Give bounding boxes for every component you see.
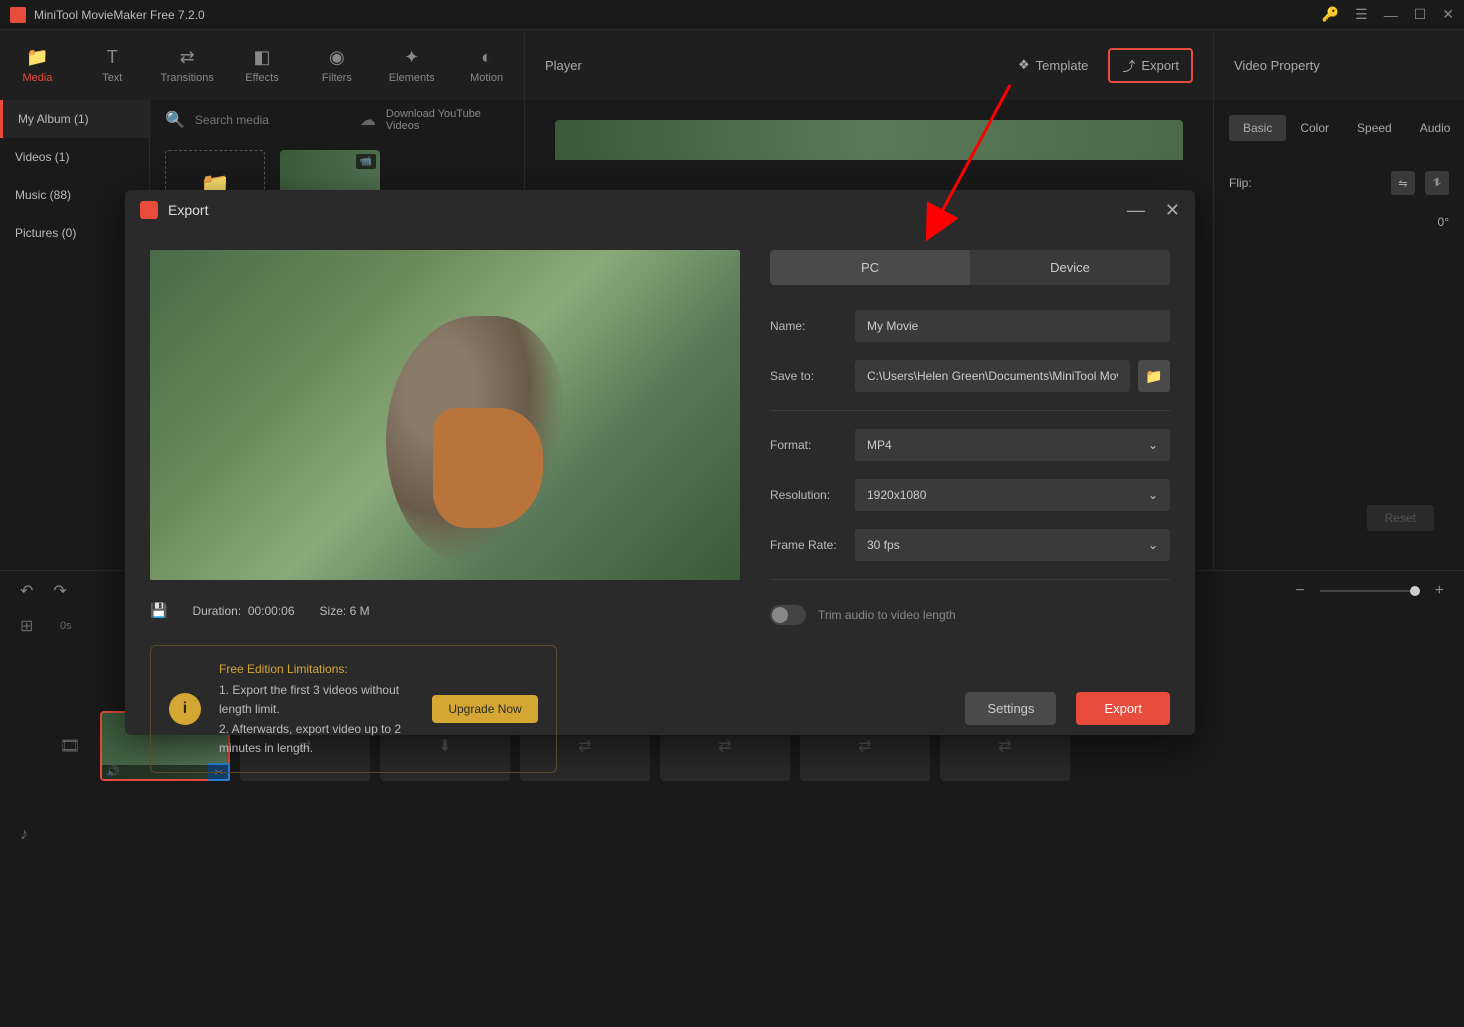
download-youtube-link[interactable]: Download YouTube Videos	[386, 108, 509, 132]
text-icon: T	[107, 47, 118, 68]
title-bar: MiniTool MovieMaker Free 7.2.0 🔑 ☰ — ☐ ✕	[0, 0, 1464, 30]
saveto-label: Save to:	[770, 369, 855, 383]
trim-audio-label: Trim audio to video length	[818, 608, 956, 622]
flip-horizontal-button[interactable]: ⇋	[1391, 171, 1415, 195]
layers-icon: ❖	[1018, 57, 1030, 73]
video-track-icon: 🎞	[60, 736, 90, 756]
rotate-value: 0°	[1438, 215, 1449, 229]
export-dialog-icon	[140, 201, 158, 219]
resolution-label: Resolution:	[770, 488, 855, 502]
limit-line-1: 1. Export the first 3 videos without len…	[219, 681, 414, 719]
prop-tab-color[interactable]: Color	[1286, 115, 1343, 141]
prop-tab-basic[interactable]: Basic	[1229, 115, 1286, 141]
tab-filters[interactable]: ◉Filters	[299, 30, 374, 100]
limitation-notice: i Free Edition Limitations: 1. Export th…	[150, 645, 557, 773]
limit-title: Free Edition Limitations:	[219, 660, 414, 679]
redo-button[interactable]: ↷	[53, 581, 66, 601]
tab-media[interactable]: 📁Media	[0, 30, 75, 100]
dialog-close-button[interactable]: ✕	[1165, 200, 1180, 221]
player-preview	[555, 120, 1183, 160]
duration-label: Duration:	[192, 604, 241, 618]
export-dialog: Export — ✕ 💾 Duration: 00:00:06 Size: 6 …	[125, 190, 1195, 735]
effects-icon: ◧	[254, 47, 271, 68]
timeline-time: 0s	[60, 620, 72, 632]
folder-icon: 📁	[26, 47, 48, 68]
export-dialog-title: Export	[168, 202, 1107, 218]
template-button[interactable]: ❖Template	[1018, 57, 1088, 73]
video-badge-icon: 📹	[356, 154, 376, 169]
info-icon: i	[169, 693, 201, 725]
audio-track-icon: ♪	[20, 826, 50, 844]
export-button[interactable]: Export	[1076, 692, 1170, 725]
key-icon[interactable]: 🔑	[1322, 6, 1339, 23]
tab-elements[interactable]: ✦Elements	[374, 30, 449, 100]
saveto-input[interactable]	[855, 360, 1130, 392]
app-title: MiniTool MovieMaker Free 7.2.0	[34, 8, 1322, 22]
export-preview-image	[150, 250, 740, 580]
tab-transitions[interactable]: ⇄Transitions	[150, 30, 225, 100]
chevron-down-icon: ⌄	[1148, 538, 1158, 552]
motion-icon: ◐	[481, 47, 492, 68]
export-tab-device[interactable]: Device	[970, 250, 1170, 285]
prop-tab-speed[interactable]: Speed	[1343, 115, 1406, 141]
menu-icon[interactable]: ☰	[1355, 6, 1368, 23]
transitions-icon: ⇄	[180, 47, 195, 68]
sidebar-item-videos[interactable]: Videos (1)	[0, 138, 149, 176]
dialog-minimize-button[interactable]: —	[1127, 200, 1145, 221]
format-select[interactable]: MP4⌄	[855, 429, 1170, 461]
export-button-top[interactable]: ⤴Export	[1108, 48, 1193, 83]
chevron-down-icon: ⌄	[1148, 438, 1158, 452]
browse-button[interactable]: 📁	[1138, 360, 1170, 392]
undo-button[interactable]: ↶	[20, 581, 33, 601]
chevron-down-icon: ⌄	[1148, 488, 1158, 502]
main-toolbar: 📁Media TText ⇄Transitions ◧Effects ◉Filt…	[0, 30, 1464, 100]
maximize-icon[interactable]: ☐	[1414, 6, 1427, 23]
name-input[interactable]	[855, 310, 1170, 342]
flip-vertical-button[interactable]: ⥮	[1425, 171, 1449, 195]
size-label: Size:	[320, 604, 347, 618]
tab-text[interactable]: TText	[75, 30, 150, 100]
trim-audio-toggle[interactable]	[770, 605, 806, 625]
elements-icon: ✦	[404, 47, 419, 68]
minimize-icon[interactable]: —	[1384, 7, 1398, 23]
app-icon	[10, 7, 26, 23]
flip-label: Flip:	[1229, 176, 1252, 190]
export-tab-pc[interactable]: PC	[770, 250, 970, 285]
name-label: Name:	[770, 319, 855, 333]
duration-value: 00:00:06	[248, 604, 295, 618]
sidebar-item-album[interactable]: My Album (1)	[0, 100, 149, 138]
tab-motion[interactable]: ◐Motion	[449, 30, 524, 100]
close-icon[interactable]: ✕	[1442, 6, 1454, 23]
folder-icon: 📁	[1145, 368, 1162, 385]
add-track-icon[interactable]: ⊞	[20, 616, 50, 636]
resolution-select[interactable]: 1920x1080⌄	[855, 479, 1170, 511]
framerate-label: Frame Rate:	[770, 538, 855, 552]
property-panel: Basic Color Speed Audio Flip: ⇋ ⥮ 0°	[1214, 100, 1464, 570]
limit-line-2: 2. Afterwards, export video up to 2 minu…	[219, 720, 414, 758]
video-property-label: Video Property	[1214, 30, 1464, 100]
save-icon: 💾	[150, 602, 167, 619]
zoom-in-button[interactable]: +	[1435, 582, 1444, 600]
prop-tab-audio[interactable]: Audio	[1406, 115, 1464, 141]
settings-button[interactable]: Settings	[965, 692, 1056, 725]
upload-icon: ⤴	[1122, 56, 1135, 75]
reset-button[interactable]: Reset	[1367, 505, 1434, 531]
zoom-slider[interactable]	[1320, 590, 1420, 592]
search-input[interactable]	[195, 113, 350, 127]
cloud-icon: ☁	[360, 110, 376, 130]
zoom-out-button[interactable]: −	[1295, 582, 1304, 600]
upgrade-button[interactable]: Upgrade Now	[432, 695, 537, 723]
player-label: Player	[545, 58, 1018, 73]
framerate-select[interactable]: 30 fps⌄	[855, 529, 1170, 561]
tab-effects[interactable]: ◧Effects	[225, 30, 300, 100]
speaker-icon: 🔊	[106, 765, 120, 778]
format-label: Format:	[770, 438, 855, 452]
filters-icon: ◉	[329, 47, 345, 68]
search-icon: 🔍	[165, 110, 185, 130]
size-value: 6 M	[350, 604, 370, 618]
